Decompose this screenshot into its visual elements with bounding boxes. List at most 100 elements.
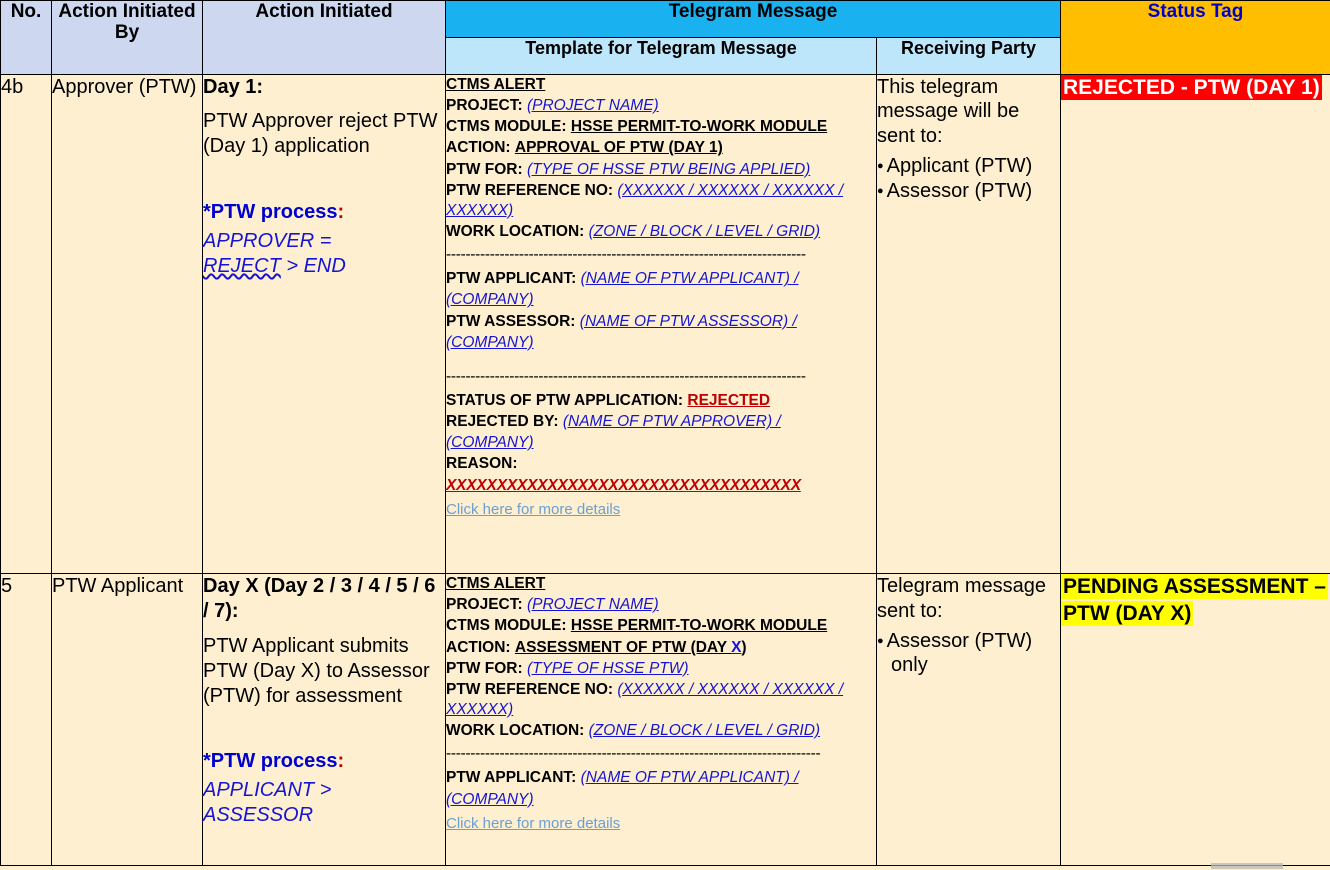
action-body: PTW Approver reject PTW (Day 1) applicat… [203,110,438,158]
rejected-by-value: (NAME OF PTW APPROVER) / [562,413,781,431]
ptw-for-value: (TYPE OF HSSE PTW BEING APPLIED) [526,160,811,178]
ptw-process-text: *PTW process [203,750,338,773]
ptw-applicant-company: (COMPANY) [446,790,534,808]
ctms-alert-title: CTMS ALERT [446,575,546,593]
ptw-for-label: PTW FOR: [446,659,523,677]
rejected-by-company: (COMPANY) [446,434,534,452]
ptw-process-label: *PTW process: [203,200,445,225]
status-badge: REJECTED - PTW (DAY 1) [1061,75,1322,100]
divider-line: ----------------------------------------… [446,745,821,763]
action-value-pre: ASSESSMENT OF PTW (DAY [514,638,732,656]
list-item: Applicant (PTW) [877,154,1060,178]
telegram-template-body: CTMS ALERT PROJECT: (PROJECT NAME) CTMS … [446,574,876,834]
ctms-module-label: CTMS MODULE: [446,617,567,635]
ptw-reference-label: PTW REFERENCE NO: [446,680,614,698]
click-here-for-more-details-link[interactable]: Click here for more details [446,814,620,834]
process-flow-part1: APPLICANT > [203,779,332,802]
action-label: ACTION: [446,638,511,656]
status-of-ptw-label: STATUS OF PTW APPLICATION: [446,391,684,409]
receiving-party-list: Assessor (PTW) only [877,629,1060,677]
process-flow-part2: REJECT [203,254,281,277]
header-action-initiated-by: Action Initiated By [51,0,203,75]
receiving-party-list: Applicant (PTW) Assessor (PTW) [877,154,1060,203]
ptw-applicant-value: (NAME OF PTW APPLICANT) / [580,270,799,288]
receiving-party-cell: This telegram message will be sent to: A… [876,73,1061,575]
ctms-module-value: HSSE PERMIT-TO-WORK MODULE [570,617,828,635]
header-telegram-message: Telegram Message [445,0,1061,38]
process-flow-part3: > END [280,254,346,277]
status-badge: PENDING ASSESSMENT – PTW (DAY X) [1061,574,1328,626]
project-value: (PROJECT NAME) [526,97,659,115]
table-row: 5 PTW Applicant Day X (Day 2 / 3 / 4 / 5… [0,573,1330,866]
divider-line-2: ----------------------------------------… [446,367,806,385]
action-value-post: ) [741,638,747,656]
ptw-process-flow: APPROVER = REJECT > END [203,229,445,279]
ptw-process-flow: APPLICANT > ASSESSOR [203,778,445,828]
click-here-for-more-details-link[interactable]: Click here for more details [446,500,620,520]
telegram-template-body: CTMS ALERT PROJECT: (PROJECT NAME) CTMS … [446,75,876,520]
action-initiated-cell: Day 1: PTW Approver reject PTW (Day 1) a… [202,73,446,575]
divider-line: ----------------------------------------… [446,246,806,264]
initiated-by-cell: PTW Applicant [51,573,203,866]
action-title: Day 1: [203,76,264,98]
action-value: APPROVAL OF PTW (DAY 1) [514,139,723,157]
ptw-applicant-label: PTW APPLICANT: [446,769,577,787]
rejected-by-label: REJECTED BY: [446,413,559,431]
ptw-applicant-value: (NAME OF PTW APPLICANT) / [580,769,799,787]
reason-value: XXXXXXXXXXXXXXXXXXXXXXXXXXXXXXXXXXX [446,476,801,494]
ptw-reference-label: PTW REFERENCE NO: [446,181,614,199]
project-value: (PROJECT NAME) [526,596,659,614]
ptw-assessor-value: (NAME OF PTW ASSESSOR) / [579,312,797,330]
ptw-applicant-company: (COMPANY) [446,291,534,309]
ptw-process-colon: : [337,200,345,223]
receiving-party-lead: This telegram message will be sent to: [877,76,1020,147]
table-header-row-1: No. Action Initiated By Action Initiated… [0,0,1330,75]
ptw-assessor-company: (COMPANY) [446,333,534,351]
list-item: Assessor (PTW) [877,179,1060,203]
project-label: PROJECT: [446,596,523,614]
process-flow-part1: APPROVER = [203,229,332,252]
work-location-value: (ZONE / BLOCK / LEVEL / GRID) [588,722,821,740]
header-template-for-telegram-message: Template for Telegram Message [445,37,877,75]
project-label: PROJECT: [446,97,523,115]
receiving-party-cell: Telegram message sent to: Assessor (PTW)… [876,573,1061,866]
ptw-applicant-label: PTW APPLICANT: [446,270,577,288]
header-no: No. [0,0,52,75]
list-item: Assessor (PTW) only [877,629,1060,677]
status-of-ptw-value: REJECTED [687,391,771,409]
ptw-process-text: *PTW process [203,200,338,223]
ctms-alert-title: CTMS ALERT [446,76,546,93]
telegram-template-cell: CTMS ALERT PROJECT: (PROJECT NAME) CTMS … [445,573,877,866]
reason-label: REASON: [446,455,518,473]
header-receiving-party: Receiving Party [876,37,1061,75]
row-number-cell: 4b [0,73,52,575]
action-label: ACTION: [446,139,511,157]
action-title: Day X (Day 2 / 3 / 4 / 5 / 6 / 7): [203,575,436,623]
ptw-for-label: PTW FOR: [446,160,523,178]
horizontal-scrollbar-thumb[interactable] [1211,863,1283,869]
ptw-process-colon: : [337,750,345,773]
ctms-module-value: HSSE PERMIT-TO-WORK MODULE [570,118,828,136]
ptw-for-value: (TYPE OF HSSE PTW) [526,659,689,677]
initiated-by-cell: Approver (PTW) [51,73,203,575]
telegram-template-cell: CTMS ALERT PROJECT: (PROJECT NAME) CTMS … [445,73,877,575]
action-value-day-x: X [731,638,742,656]
action-initiated-cell: Day X (Day 2 / 3 / 4 / 5 / 6 / 7): PTW A… [202,573,446,866]
process-flow-part2: ASSESSOR [203,804,314,827]
table-row: 4b Approver (PTW) Day 1: PTW Approver re… [0,73,1330,575]
ptw-assessor-label: PTW ASSESSOR: [446,312,576,330]
spreadsheet-table-view: No. Action Initiated By Action Initiated… [0,0,1330,870]
ptw-telegram-message-table: No. Action Initiated By Action Initiated… [0,0,1330,866]
work-location-label: WORK LOCATION: [446,722,585,740]
work-location-value: (ZONE / BLOCK / LEVEL / GRID) [588,222,821,240]
ctms-module-label: CTMS MODULE: [446,118,567,136]
header-status-tag: Status Tag [1060,0,1330,75]
ptw-process-label: *PTW process: [203,749,445,774]
header-action-initiated: Action Initiated [202,0,446,75]
work-location-label: WORK LOCATION: [446,222,585,240]
status-tag-cell: REJECTED - PTW (DAY 1) [1060,73,1330,575]
status-tag-cell: PENDING ASSESSMENT – PTW (DAY X) [1060,573,1330,866]
